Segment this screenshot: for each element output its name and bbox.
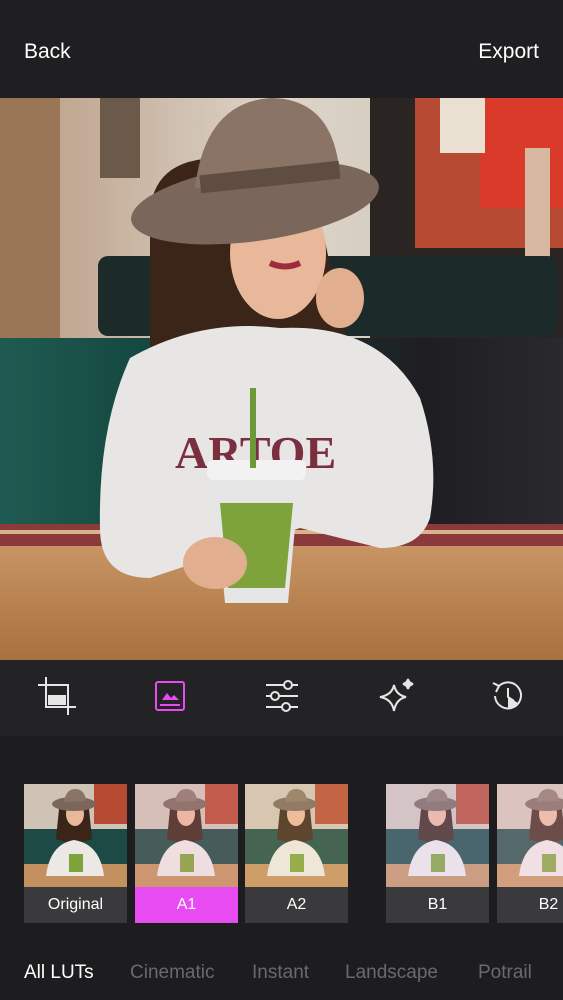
adjust-tool-button[interactable] <box>260 676 304 720</box>
preset-thumbnail-b1[interactable]: B1 <box>386 784 489 923</box>
history-icon <box>489 677 527 720</box>
crop-tool-button[interactable] <box>35 676 79 720</box>
preset-thumbnail-a1[interactable]: A1 <box>135 784 238 923</box>
preset-preview-image <box>497 784 563 887</box>
preset-strip[interactable]: Original A1 A2 B1 B2 <box>0 736 563 950</box>
tab-landscape[interactable]: Landscape <box>345 962 438 984</box>
preset-label: A1 <box>135 887 238 923</box>
image-filter-icon <box>154 680 186 717</box>
preset-thumbnail-a2[interactable]: A2 <box>245 784 348 923</box>
crop-icon <box>36 675 78 722</box>
preset-preview-image <box>386 784 489 887</box>
filter-tool-button[interactable] <box>148 676 192 720</box>
preset-preview-image <box>135 784 238 887</box>
tool-bar <box>0 660 563 736</box>
preset-label: B1 <box>386 887 489 923</box>
sliders-icon <box>264 679 300 718</box>
history-tool-button[interactable] <box>486 676 530 720</box>
preset-label: Original <box>24 887 127 923</box>
top-bar: Back Export <box>0 0 563 98</box>
preset-preview-image <box>24 784 127 887</box>
preset-thumbnail-original[interactable]: Original <box>24 784 127 923</box>
preset-preview-image <box>245 784 348 887</box>
preset-thumbnail-b2[interactable]: B2 <box>497 784 563 923</box>
tab-instant[interactable]: Instant <box>252 962 309 984</box>
tab-all-luts[interactable]: All LUTs <box>24 962 94 984</box>
preset-label: B2 <box>497 887 563 923</box>
effects-tool-button[interactable] <box>374 676 418 720</box>
tab-potrail[interactable]: Potrail <box>478 962 532 984</box>
tab-cinematic[interactable]: Cinematic <box>130 962 214 984</box>
sparkle-icon <box>376 677 416 720</box>
photo-preview[interactable]: ARTOE <box>0 98 563 660</box>
category-tabs: All LUTs Cinematic Instant Landscape Potrail <box>0 950 563 1000</box>
export-button[interactable]: Export <box>478 40 539 64</box>
preset-label: A2 <box>245 887 348 923</box>
back-button[interactable]: Back <box>24 40 71 64</box>
